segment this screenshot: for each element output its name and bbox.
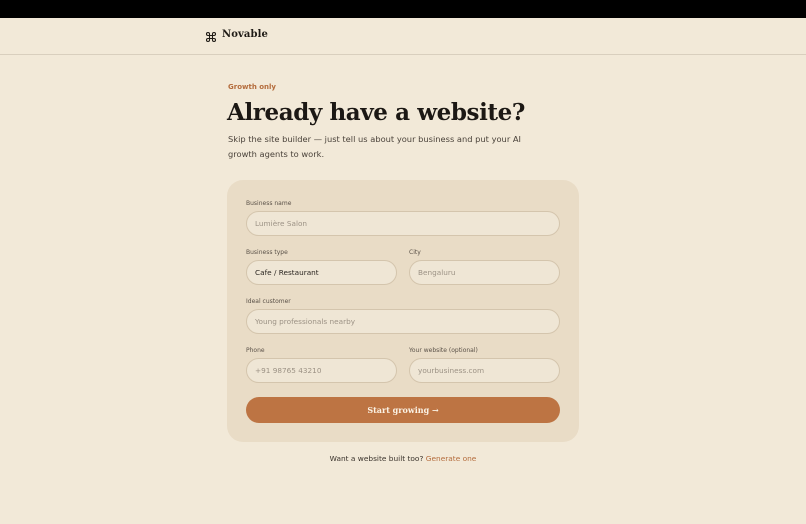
generate-one-link[interactable]: Generate one [426,454,477,463]
eyebrow-label: Growth only [228,83,276,91]
brand-name: Novable [222,28,268,40]
website-input[interactable]: yourbusiness.com [409,358,560,383]
phone-input[interactable]: +91 98765 43210 [246,358,397,383]
business-type-value: Cafe / Restaurant [255,268,319,277]
footer-prompt: Want a website built too? [329,454,424,463]
business-type-label: Business type [246,249,288,256]
business-name-placeholder: Lumière Salon [255,219,308,228]
page-title: Already have a website? [227,99,525,126]
signup-form: Business name Lumière Salon Business typ… [227,180,579,442]
city-input[interactable]: Bengaluru [409,260,560,285]
business-name-input[interactable]: Lumière Salon [246,211,560,236]
city-placeholder: Bengaluru [418,268,456,277]
phone-label: Phone [246,347,265,354]
ideal-customer-label: Ideal customer [246,298,291,305]
ideal-customer-placeholder: Young professionals nearby [255,317,356,326]
website-label: Your website (optional) [409,347,478,354]
business-type-select[interactable]: Cafe / Restaurant [246,260,397,285]
phone-placeholder: +91 98765 43210 [255,366,322,375]
city-label: City [409,249,421,256]
brand-logo[interactable]: Novable [205,28,268,43]
business-name-label: Business name [246,200,292,207]
ideal-customer-input[interactable]: Young professionals nearby [246,309,560,334]
footer-note: Want a website built too? Generate one [0,454,806,463]
page-subtitle: Skip the site builder — just tell us abo… [228,134,521,159]
website-placeholder: yourbusiness.com [418,366,485,375]
top-black-bar [0,0,806,18]
start-growing-button[interactable]: Start growing → [246,397,560,423]
navbar: Novable [0,18,806,55]
command-icon [205,28,217,43]
